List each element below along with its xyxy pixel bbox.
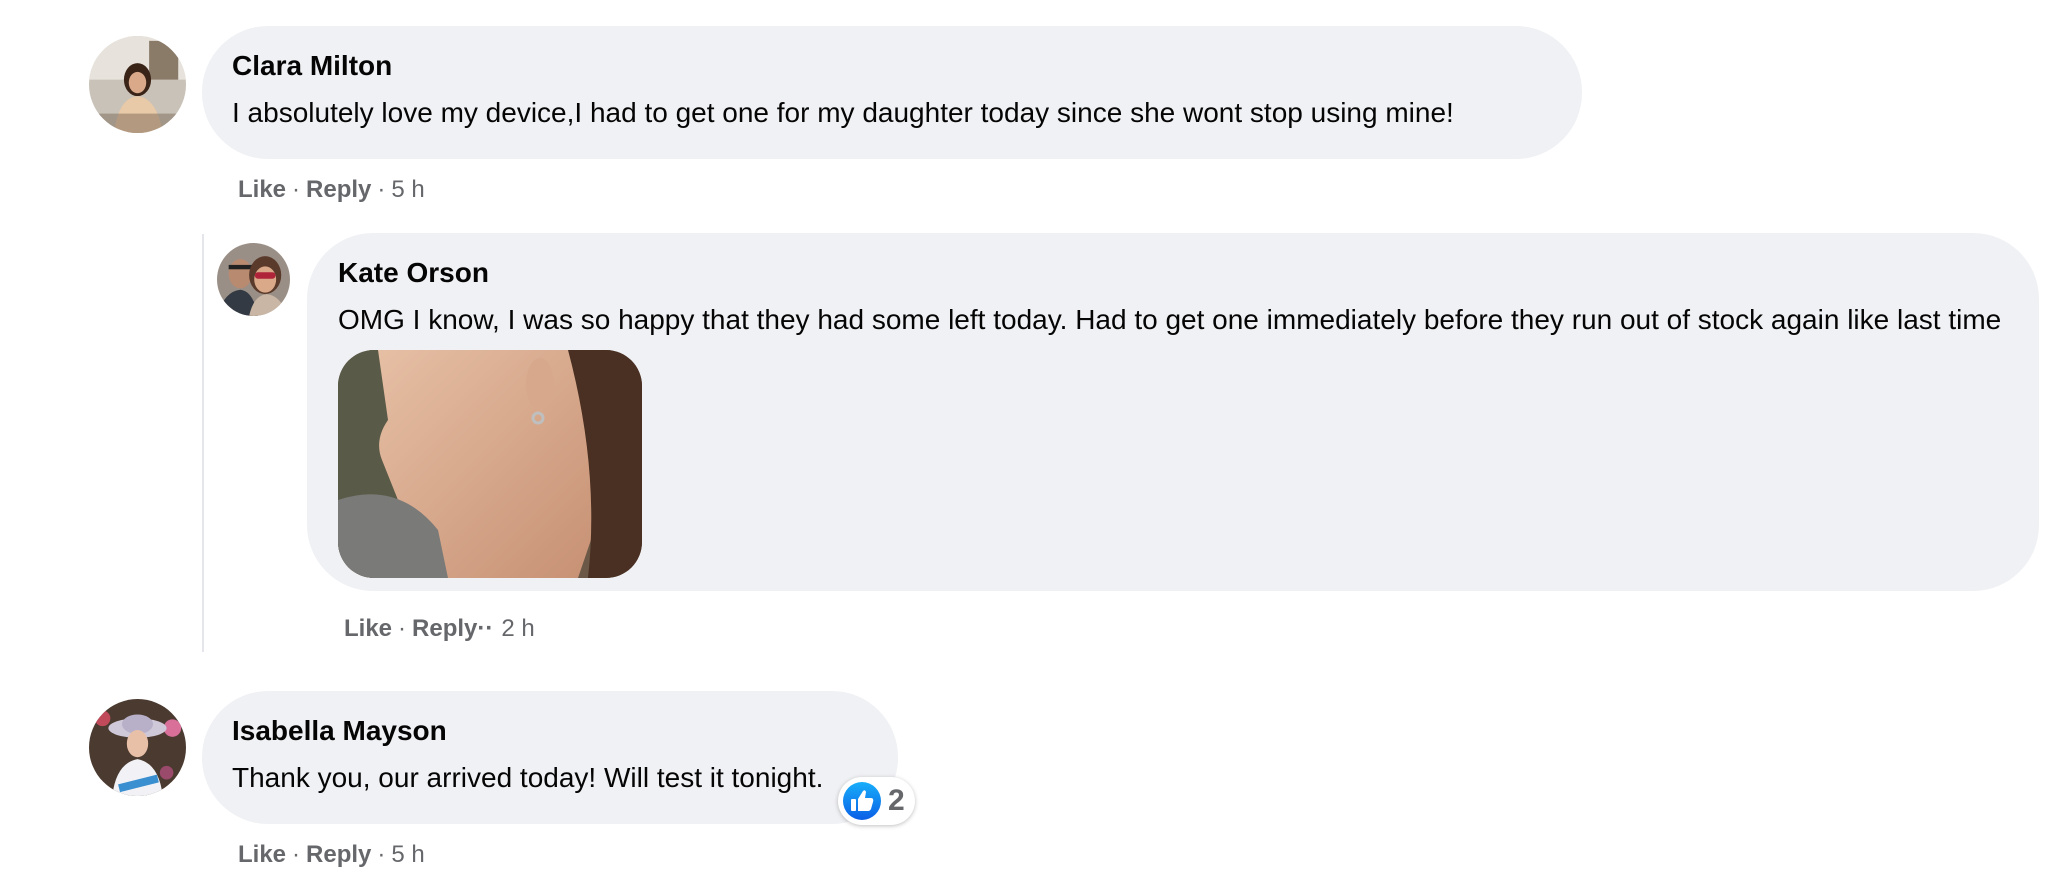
reply-button[interactable]: Reply·· (412, 615, 493, 642)
avatar-clara-milton[interactable] (89, 36, 186, 133)
separator-dot: · (292, 841, 301, 868)
separator-dot: · (292, 176, 301, 203)
like-button[interactable]: Like (344, 615, 392, 642)
reaction-count: 2 (888, 784, 905, 817)
comment-author[interactable]: Kate Orson (338, 257, 489, 289)
comment-bubble (202, 691, 898, 824)
avatar-image (89, 699, 186, 796)
photo-image (338, 350, 642, 578)
comment-photo-attachment[interactable] (338, 350, 642, 578)
comment-text: Thank you, our arrived today! Will test … (232, 762, 824, 793)
comment-text: OMG I know, I was so happy that they had… (338, 304, 2002, 335)
comment-text: I absolutely love my device,I had to get… (232, 97, 1454, 128)
separator-dot: · (377, 841, 386, 868)
reply-thread-line (202, 234, 204, 652)
separator-dot: · (398, 615, 407, 642)
avatar-isabella-mayson[interactable] (89, 699, 186, 796)
comment-timestamp[interactable]: 5 h (391, 176, 424, 203)
reaction-badge[interactable]: 2 (838, 777, 915, 825)
comment-timestamp[interactable]: 2 h (501, 615, 534, 642)
comment-bubble (202, 26, 1582, 159)
comment-actions: Like · Reply · 5 h (238, 176, 425, 204)
comment-thread: Clara Milton I absolutely love my device… (0, 0, 2054, 874)
comment-actions: Like · Reply · 5 h (238, 841, 425, 869)
thumbs-up-icon (842, 781, 882, 821)
avatar-kate-orson[interactable] (217, 243, 290, 316)
like-button[interactable]: Like (238, 841, 286, 868)
avatar-image (89, 36, 186, 133)
comment-author[interactable]: Clara Milton (232, 50, 392, 82)
avatar-image (217, 243, 290, 316)
comment-actions: Like · Reply·· 2 h (344, 615, 535, 643)
separator-dot: · (377, 176, 386, 203)
reply-button[interactable]: Reply (306, 176, 371, 203)
comment-timestamp[interactable]: 5 h (391, 841, 424, 868)
comment-author[interactable]: Isabella Mayson (232, 715, 447, 747)
like-button[interactable]: Like (238, 176, 286, 203)
reply-button[interactable]: Reply (306, 841, 371, 868)
